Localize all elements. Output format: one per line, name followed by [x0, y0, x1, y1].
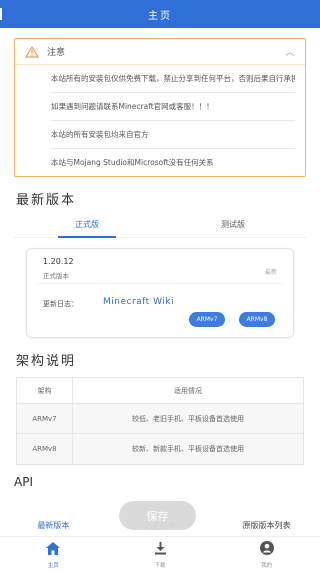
version-number: 1.20.12 [43, 257, 74, 266]
notice-item: 本站所有的安装包仅供免费下载，禁止分享到任何平台，否则后果自行承担！！！ [51, 65, 295, 93]
latest-version-title: 最新版本 [16, 193, 77, 208]
download-armv7-button[interactable]: ARMv7 [189, 312, 225, 327]
version-tabs: 正式版 测试版 [14, 216, 306, 238]
notice-panel: 注意 ︿ 本站所有的安装包仅供免费下载，禁止分享到任何平台，否则后果自行承担！！… [14, 38, 306, 177]
download-armv8-button[interactable]: ARMv8 [239, 312, 275, 327]
app-header: 主页 [0, 0, 320, 28]
cell-arch: ARMv8 [17, 434, 73, 464]
nav-home-label: 主页 [47, 562, 59, 569]
table-header-row: 架构 适用情况 [17, 378, 303, 404]
link-version-list[interactable]: 原版版本列表 [213, 520, 320, 536]
tab-release[interactable]: 正式版 [14, 216, 160, 238]
changelog-label: 更新日志： [43, 300, 78, 308]
cell-usage: 较新、新款手机、平板设备首选使用 [132, 445, 244, 453]
nav-profile[interactable]: 我的 [213, 537, 320, 571]
notice-item: 如果遇到问题请联系Minecraft官网或客服！！！ [51, 93, 295, 121]
header-arch: 架构 [17, 378, 73, 403]
card-divider [37, 283, 283, 284]
api-title: API [14, 475, 33, 489]
cell-usage: 较低、老旧手机、平板设备首选使用 [132, 414, 244, 423]
table-row: ARMv8 较新、新款手机、平板设备首选使用 [17, 434, 303, 464]
nav-download-label: 下载 [154, 562, 166, 569]
notice-list: 本站所有的安装包仅供免费下载，禁止分享到任何平台，否则后果自行承担！！！ 如果遇… [15, 65, 305, 176]
home-icon [46, 540, 61, 559]
save-button[interactable]: 保存 [119, 501, 196, 530]
link-latest[interactable]: 最新版本 [0, 520, 107, 536]
arch-title: 架构说明 [16, 354, 77, 369]
notice-item: 本站与Mojang Studio和Microsoft没有任何关系 [51, 158, 214, 167]
nav-home[interactable]: 主页 [0, 537, 107, 571]
nav-download[interactable]: 下载 [107, 537, 214, 571]
nav-profile-label: 我的 [261, 562, 273, 569]
version-card: 1.20.12 最新 正式版本 更新日志： Minecraft Wiki ARM… [26, 248, 294, 338]
notice-title: 注意 [47, 48, 66, 58]
warning-icon [25, 45, 39, 58]
notice-header[interactable]: 注意 ︿ [15, 39, 305, 65]
tab-beta[interactable]: 测试版 [160, 216, 306, 237]
back-icon[interactable] [0, 8, 6, 20]
bottom-nav: 主页 下载 我的 [0, 536, 320, 571]
version-type: 正式版本 [43, 272, 69, 280]
chevron-up-icon[interactable]: ︿ [285, 47, 295, 58]
header-usage: 适用情况 [174, 386, 202, 395]
changelog-link[interactable]: Minecraft Wiki [103, 297, 174, 307]
download-icon [154, 540, 167, 559]
user-icon [259, 540, 274, 559]
cell-arch: ARMv7 [17, 404, 73, 433]
notice-item: 本站的所有安装包均来自官方 [51, 121, 295, 149]
arch-table: 架构 适用情况 ARMv7 较低、老旧手机、平板设备首选使用 ARMv8 较新、… [16, 377, 304, 465]
latest-tag: 最新 [264, 269, 277, 276]
table-row: ARMv7 较低、老旧手机、平板设备首选使用 [17, 404, 303, 434]
page-title: 主页 [148, 10, 172, 22]
